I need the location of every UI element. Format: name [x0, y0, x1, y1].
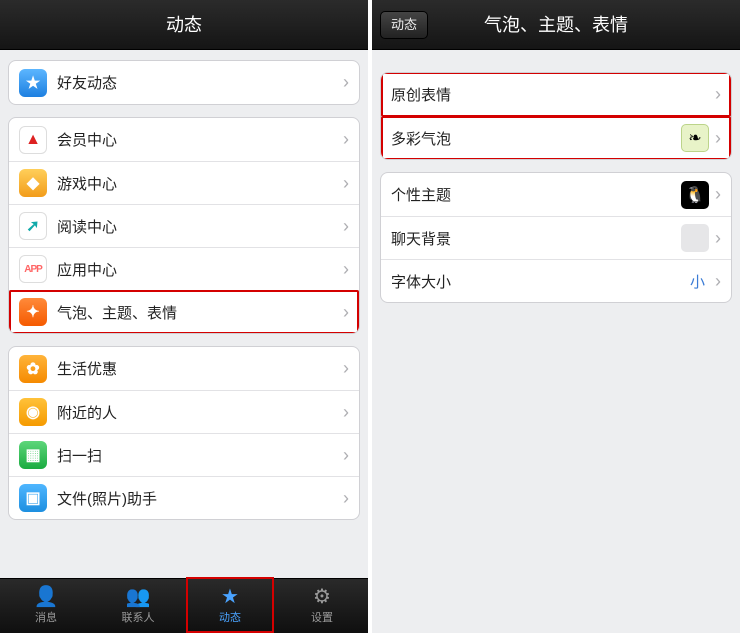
row-read-center[interactable]: ➚ 阅读中心 › — [9, 204, 359, 247]
left-content: ★ 好友动态 › ▲ 会员中心 › ◆ 游戏中心 › ➚ 阅读中心 › APP 应用中心 › ✦ 气泡、主题、表… — [0, 50, 368, 578]
blank-icon — [681, 224, 709, 252]
row-value: 小 — [690, 271, 705, 292]
row-label: 个性主题 — [391, 184, 681, 205]
left-phone: 动态 ★ 好友动态 › ▲ 会员中心 › ◆ 游戏中心 › ➚ 阅读中心 › APP 应用中心 › ✦ 气泡、主… — [0, 0, 368, 633]
list-group: ★ 好友动态 › — [8, 60, 360, 105]
row-label: 气泡、主题、表情 — [57, 302, 337, 323]
row-orig-emoji[interactable]: 原创表情 › — [381, 73, 731, 116]
row-label: 游戏中心 — [57, 173, 337, 194]
peng-icon: 🐧 — [681, 181, 709, 209]
chevron-right-icon: › — [343, 173, 349, 194]
list-group: 个性主题🐧 › 聊天背景 › 字体大小小 › — [380, 172, 732, 303]
tab-feed[interactable]: ★ 动态 — [184, 579, 276, 633]
chevron-right-icon: › — [715, 128, 721, 149]
chevron-right-icon: › — [343, 402, 349, 423]
read-icon: ➚ — [19, 212, 47, 240]
list-group: ✿ 生活优惠 › ◉ 附近的人 › ▦ 扫一扫 › ▣ 文件(照片)助手 › — [8, 346, 360, 520]
people-icon: 👥 — [126, 587, 151, 607]
tab-label: 联系人 — [122, 609, 155, 625]
life-icon: ✿ — [19, 355, 47, 383]
chevron-right-icon: › — [715, 184, 721, 205]
person-icon: 👤 — [34, 587, 59, 607]
left-title: 动态 — [166, 15, 202, 35]
game-icon: ◆ — [19, 169, 47, 197]
chevron-right-icon: › — [343, 259, 349, 280]
tab-msg[interactable]: 👤 消息 — [0, 579, 92, 633]
back-label: 动态 — [391, 17, 417, 32]
row-label: 会员中心 — [57, 129, 337, 150]
tabbar: 👤 消息 👥 联系人 ★ 动态 ⚙ 设置 — [0, 578, 368, 633]
row-chat-bg[interactable]: 聊天背景 › — [381, 216, 731, 259]
chevron-right-icon: › — [715, 271, 721, 292]
app-icon: APP — [19, 255, 47, 283]
row-vip-center[interactable]: ▲ 会员中心 › — [9, 118, 359, 161]
tab-label: 设置 — [311, 609, 333, 625]
vip-icon: ▲ — [19, 126, 47, 154]
list-group: ▲ 会员中心 › ◆ 游戏中心 › ➚ 阅读中心 › APP 应用中心 › ✦ 气泡、主题、表情 › — [8, 117, 360, 334]
near-icon: ◉ — [19, 398, 47, 426]
scan-icon: ▦ — [19, 441, 47, 469]
row-life-deals[interactable]: ✿ 生活优惠 › — [9, 347, 359, 390]
chevron-right-icon: › — [343, 358, 349, 379]
chevron-right-icon: › — [343, 216, 349, 237]
row-scan[interactable]: ▦ 扫一扫 › — [9, 433, 359, 476]
file-icon: ▣ — [19, 484, 47, 512]
chevron-right-icon: › — [343, 488, 349, 509]
theme-icon: ✦ — [19, 298, 47, 326]
row-label: 字体大小 — [391, 271, 690, 292]
row-label: 附近的人 — [57, 402, 337, 423]
row-font[interactable]: 字体大小小 › — [381, 259, 731, 302]
list-group: 原创表情 › 多彩气泡❧ › — [380, 72, 732, 160]
gear-icon: ⚙ — [313, 587, 331, 607]
right-header: 动态 气泡、主题、表情 — [372, 0, 740, 50]
tab-contacts[interactable]: 👥 联系人 — [92, 579, 184, 633]
star-icon: ★ — [19, 69, 47, 97]
tab-label: 动态 — [219, 609, 241, 625]
row-label: 生活优惠 — [57, 358, 337, 379]
tab-label: 消息 — [35, 609, 57, 625]
row-app-center[interactable]: APP 应用中心 › — [9, 247, 359, 290]
tab-settings[interactable]: ⚙ 设置 — [276, 579, 368, 633]
back-button[interactable]: 动态 — [380, 11, 428, 39]
chevron-right-icon: › — [343, 445, 349, 466]
row-nearby[interactable]: ◉ 附近的人 › — [9, 390, 359, 433]
row-label: 文件(照片)助手 — [57, 488, 337, 509]
star-icon: ★ — [221, 587, 239, 607]
row-friend-feed[interactable]: ★ 好友动态 › — [9, 61, 359, 104]
left-header: 动态 — [0, 0, 368, 50]
row-label: 应用中心 — [57, 259, 337, 280]
right-content: 原创表情 › 多彩气泡❧ › 个性主题🐧 › 聊天背景 › 字体大小小 › — [372, 50, 740, 633]
chevron-right-icon: › — [715, 84, 721, 105]
row-theme-bubble[interactable]: ✦ 气泡、主题、表情 › — [9, 290, 359, 333]
leaf-icon: ❧ — [681, 124, 709, 152]
chevron-right-icon: › — [343, 302, 349, 323]
row-label: 聊天背景 — [391, 228, 681, 249]
right-title: 气泡、主题、表情 — [484, 15, 628, 35]
row-label: 原创表情 — [391, 84, 709, 105]
row-label: 阅读中心 — [57, 216, 337, 237]
chevron-right-icon: › — [343, 72, 349, 93]
row-label: 好友动态 — [57, 72, 337, 93]
row-color-bubble[interactable]: 多彩气泡❧ › — [381, 116, 731, 159]
chevron-right-icon: › — [715, 228, 721, 249]
chevron-right-icon: › — [343, 129, 349, 150]
row-label: 多彩气泡 — [391, 128, 681, 149]
row-file-helper[interactable]: ▣ 文件(照片)助手 › — [9, 476, 359, 519]
row-label: 扫一扫 — [57, 445, 337, 466]
row-game-center[interactable]: ◆ 游戏中心 › — [9, 161, 359, 204]
right-phone: 动态 气泡、主题、表情 原创表情 › 多彩气泡❧ › 个性主题🐧 › 聊天背景 › 字体大小小 › — [372, 0, 740, 633]
row-theme[interactable]: 个性主题🐧 › — [381, 173, 731, 216]
